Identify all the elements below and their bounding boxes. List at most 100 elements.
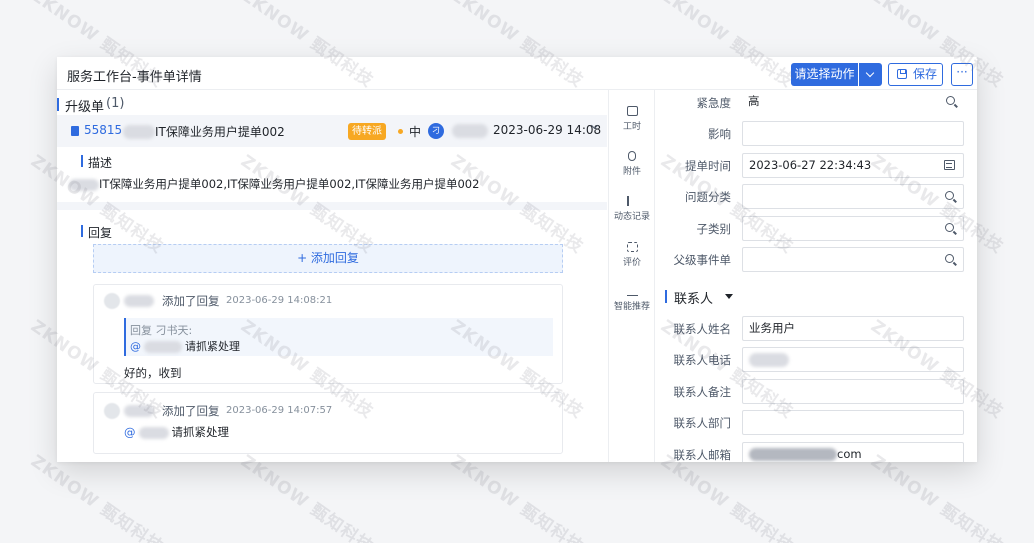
- rail-activity[interactable]: 动态记录: [609, 196, 655, 222]
- redacted-text: [123, 125, 155, 139]
- main-content: 升级单 (1) 55815 IT保障业务用户提单002 待转派 中 刁 2023…: [57, 90, 609, 462]
- redacted-phone: [749, 352, 789, 367]
- redacted-assignee: [452, 124, 488, 138]
- reply-body: @ 请抓紧处理: [124, 424, 229, 440]
- ticket-number-link[interactable]: 55815: [84, 123, 122, 137]
- impact-label: 影响: [708, 127, 731, 141]
- save-label: 保存: [913, 67, 938, 81]
- escalation-count: (1): [106, 96, 125, 111]
- submit-time-label: 提单时间: [685, 159, 731, 173]
- contact-phone-field[interactable]: [742, 347, 964, 372]
- urgency-label: 紧急度: [696, 96, 732, 110]
- reply-text: 请抓紧处理: [171, 425, 230, 439]
- search-icon[interactable]: [946, 96, 955, 105]
- escalation-ticket-row[interactable]: 55815 IT保障业务用户提单002 待转派 中 刁 2023-06-29 1…: [57, 115, 607, 147]
- reply-time: 2023-06-29 14:08:21: [226, 295, 333, 306]
- impact-field[interactable]: [742, 121, 964, 146]
- rail-label: 动态记录: [613, 212, 650, 222]
- parent-ticket-row: 父级事件单: [655, 247, 977, 273]
- contact-section-title: 联系人: [674, 292, 714, 307]
- detail-form: 紧急度 高 影响 提单时间 2023-06-27 22:34:43 问题分类 子…: [655, 90, 977, 462]
- subcategory-field[interactable]: [742, 216, 964, 241]
- section-gap: [57, 202, 607, 210]
- description-content: IT保障业务用户提单002,IT保障业务用户提单002,IT保障业务用户提单00…: [99, 177, 480, 191]
- redacted-name: [124, 405, 154, 417]
- ticket-title: IT保障业务用户提单002: [155, 125, 285, 139]
- mention[interactable]: @: [124, 425, 136, 439]
- contact-name-label: 联系人姓名: [673, 322, 732, 336]
- redacted-email: [749, 448, 837, 461]
- quote-text: 请抓紧处理: [185, 340, 240, 353]
- submit-time-field[interactable]: 2023-06-27 22:34:43: [742, 153, 964, 178]
- rail-rating[interactable]: 评价: [609, 242, 655, 268]
- urgency-row: 紧急度 高: [655, 90, 977, 116]
- rail-attachment[interactable]: 附件: [609, 151, 655, 177]
- paperclip-icon: [628, 151, 636, 161]
- search-icon[interactable]: [945, 191, 954, 200]
- description-title: 描述: [88, 156, 113, 170]
- parent-ticket-label: 父级事件单: [673, 253, 732, 267]
- rail-recommend[interactable]: 智能推荐: [609, 286, 655, 312]
- contact-dept-field[interactable]: [742, 410, 964, 435]
- reply-time: 2023-06-29 14:07:57: [226, 405, 333, 416]
- reply-action: 添加了回复: [162, 404, 220, 418]
- reply-item: 添加了回复 2023-06-29 14:07:57 @ 请抓紧处理: [93, 392, 563, 454]
- contact-note-field[interactable]: [742, 379, 964, 404]
- redacted-name: [144, 341, 182, 353]
- contact-email-field[interactable]: com: [742, 442, 964, 462]
- reply-title: 回复: [88, 226, 113, 240]
- save-icon: [897, 69, 907, 79]
- section-marker: [81, 155, 83, 167]
- rating-icon: [626, 242, 638, 252]
- urgency-field[interactable]: 高: [742, 90, 964, 115]
- urgency-value: 高: [748, 94, 760, 108]
- action-dropdown-button[interactable]: [859, 63, 882, 86]
- ticket-icon: [71, 126, 79, 136]
- calendar-icon[interactable]: [944, 160, 955, 170]
- reply-item: 添加了回复 2023-06-29 14:08:21 回复 刁书天: @ 请抓紧处理…: [93, 284, 563, 384]
- contact-phone-label: 联系人电话: [673, 353, 732, 367]
- rail-label: 智能推荐: [613, 302, 650, 312]
- save-button[interactable]: 保存: [888, 63, 943, 86]
- rail-label: 评价: [622, 258, 641, 268]
- contact-email-row: 联系人邮箱 com: [655, 442, 977, 462]
- recommend-icon: [626, 286, 638, 296]
- rail-label: 附件: [622, 167, 641, 177]
- search-icon[interactable]: [945, 254, 954, 263]
- contact-email-label: 联系人邮箱: [673, 448, 732, 462]
- category-field[interactable]: [742, 184, 964, 209]
- quote-header: 回复 刁书天:: [130, 324, 193, 337]
- calendar-icon: [626, 106, 638, 116]
- mention[interactable]: @: [130, 340, 141, 353]
- contact-phone-row: 联系人电话: [655, 347, 977, 373]
- more-button[interactable]: ···: [951, 63, 973, 86]
- parent-ticket-field[interactable]: [742, 247, 964, 272]
- contact-email-suffix: com: [837, 447, 862, 461]
- contact-name-field[interactable]: 业务用户: [742, 316, 964, 341]
- avatar: 刁: [428, 123, 444, 139]
- reply-action: 添加了回复: [162, 294, 220, 308]
- side-toolbar: 工时 附件 动态记录 评价 智能推荐: [609, 90, 655, 462]
- list-icon: [626, 196, 638, 206]
- avatar: [104, 403, 120, 419]
- description-text: IT保障业务用户提单002,IT保障业务用户提单002,IT保障业务用户提单00…: [69, 176, 479, 192]
- subcategory-label: 子类别: [696, 222, 732, 236]
- submit-time-value: 2023-06-27 22:34:43: [749, 158, 872, 172]
- section-marker: [665, 290, 667, 303]
- search-icon[interactable]: [945, 223, 954, 232]
- status-badge: 待转派: [348, 123, 386, 140]
- impact-row: 影响: [655, 121, 977, 147]
- incident-detail-window: 服务工作台-事件单详情 请选择动作 保存 ··· 升级单 (1) 55815 I…: [57, 57, 977, 462]
- subcategory-row: 子类别: [655, 216, 977, 242]
- select-action-button[interactable]: 请选择动作: [791, 63, 858, 86]
- reply-body: 好的，收到: [124, 366, 182, 380]
- contact-name-row: 联系人姓名 业务用户: [655, 316, 977, 342]
- contact-note-row: 联系人备注: [655, 379, 977, 405]
- add-reply-button[interactable]: + 添加回复: [93, 244, 563, 273]
- escalation-title: 升级单: [65, 100, 105, 115]
- contact-dept-row: 联系人部门: [655, 410, 977, 436]
- rail-worktime[interactable]: 工时: [609, 106, 655, 132]
- category-row: 问题分类: [655, 184, 977, 210]
- submit-time-row: 提单时间 2023-06-27 22:34:43: [655, 153, 977, 179]
- page-title: 服务工作台-事件单详情: [67, 70, 202, 85]
